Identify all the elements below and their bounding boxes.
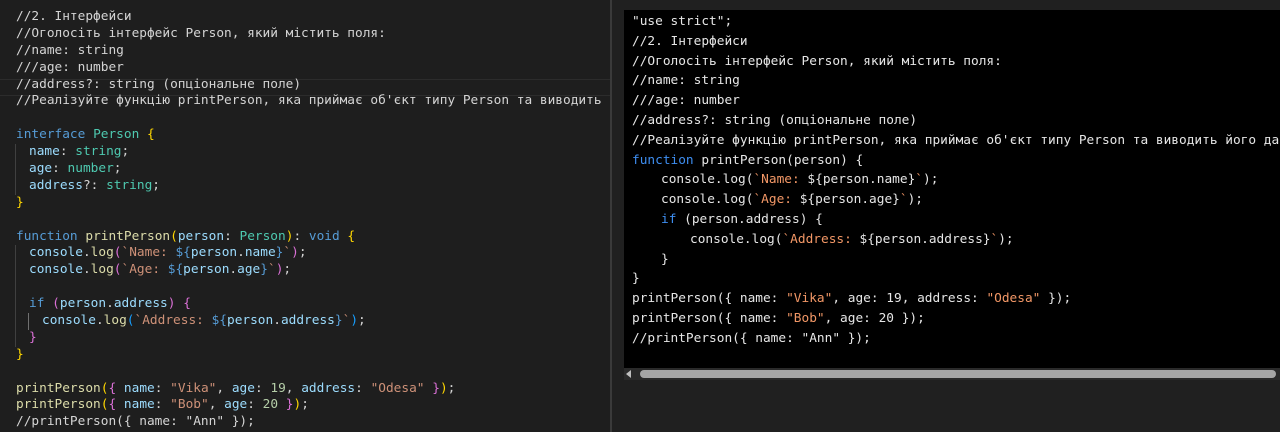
code-editor[interactable]: //2. Інтерфейси //Оголосіть інтерфейс Pe… xyxy=(0,0,610,432)
output-line: //printPerson({ name: "Ann" }); xyxy=(632,330,871,346)
code-line: //Реалізуйте функцію printPerson, яка пр… xyxy=(16,93,610,109)
scroll-left-icon[interactable] xyxy=(626,370,631,378)
type-name: number xyxy=(67,161,114,177)
code-line: } xyxy=(15,329,610,347)
code-line: address?: string; xyxy=(15,177,610,195)
code-line: function printPerson(person: Person): vo… xyxy=(16,228,356,244)
type-name: string xyxy=(75,144,122,160)
code-line: printPerson({ name: "Bob", age: 20 }); xyxy=(16,397,309,413)
output-line: } xyxy=(632,271,640,287)
output-line: //Оголосіть інтерфейс Person, який місти… xyxy=(632,53,1002,69)
code-line: console.log(`Age: ${person.age}`); xyxy=(15,262,610,280)
output-line: ///age: number xyxy=(632,93,740,109)
output-line: console.log(`Age: ${person.age}`); xyxy=(661,192,924,208)
editor-lines: //2. Інтерфейси //Оголосіть інтерфейс Pe… xyxy=(15,9,610,431)
code-line xyxy=(15,279,610,297)
code-line: } xyxy=(16,194,24,210)
output-line: if (person.address) { xyxy=(661,211,823,227)
output-line: //2. Інтерфейси xyxy=(632,33,748,49)
output-line: } xyxy=(661,251,669,267)
parameter: person xyxy=(177,228,225,244)
code-line: } xyxy=(16,346,24,362)
code-line: //name: string xyxy=(16,42,124,58)
keyword: function xyxy=(16,228,78,244)
code-line: console.log(`Address: ${person.address}`… xyxy=(15,313,610,330)
output-line: console.log(`Address: ${person.address}`… xyxy=(690,231,1014,247)
output-line: //address?: string (опціональне поле) xyxy=(632,112,918,128)
code-line: age: number; xyxy=(15,161,610,178)
output-line: function printPerson(person) { xyxy=(632,152,864,168)
code-line: interface Person { xyxy=(16,127,155,143)
property: address xyxy=(29,177,83,193)
code-line: if (person.address) { xyxy=(15,296,610,314)
code-line: //2. Інтерфейси xyxy=(16,9,132,24)
compiled-output-panel[interactable]: "use strict"; //2. Інтерфейси //Оголосіт… xyxy=(624,10,1280,368)
code-line: //Оголосіть інтерфейс Person, який місти… xyxy=(16,25,386,41)
keyword: void xyxy=(308,228,340,244)
output-line: console.log(`Name: ${person.name}`); xyxy=(661,172,939,188)
output-line: //name: string xyxy=(632,73,740,89)
property: age xyxy=(29,161,53,177)
code-line: printPerson({ name: "Vika", age: 19, add… xyxy=(16,380,456,396)
function-name: printPerson xyxy=(85,228,171,244)
code-line: //printPerson({ name: "Ann" }); xyxy=(16,414,255,430)
keyword: interface xyxy=(16,127,86,143)
output-line: "use strict"; xyxy=(632,14,733,29)
property: name xyxy=(29,144,60,160)
code-line: ///age: number xyxy=(16,59,124,75)
output-lines: "use strict"; //2. Інтерфейси //Оголосіт… xyxy=(632,12,1280,349)
output-line: printPerson({ name: "Vika", age: 19, add… xyxy=(632,291,1072,307)
type-name: string xyxy=(106,177,153,193)
horizontal-scrollbar[interactable] xyxy=(624,368,1280,380)
output-line: //Реалізуйте функцію printPerson, яка пр… xyxy=(632,132,1280,148)
code-line: name: string; xyxy=(15,144,610,162)
code-line: //address?: string (опціональне поле) xyxy=(16,76,302,92)
output-line: printPerson({ name: "Bob", age: 20 }); xyxy=(632,310,925,326)
scrollbar-thumb[interactable] xyxy=(640,370,1276,378)
type-name: Person xyxy=(239,228,286,244)
type-name: Person xyxy=(93,127,140,143)
code-line: console.log(`Name: ${person.name}`); xyxy=(15,245,610,263)
